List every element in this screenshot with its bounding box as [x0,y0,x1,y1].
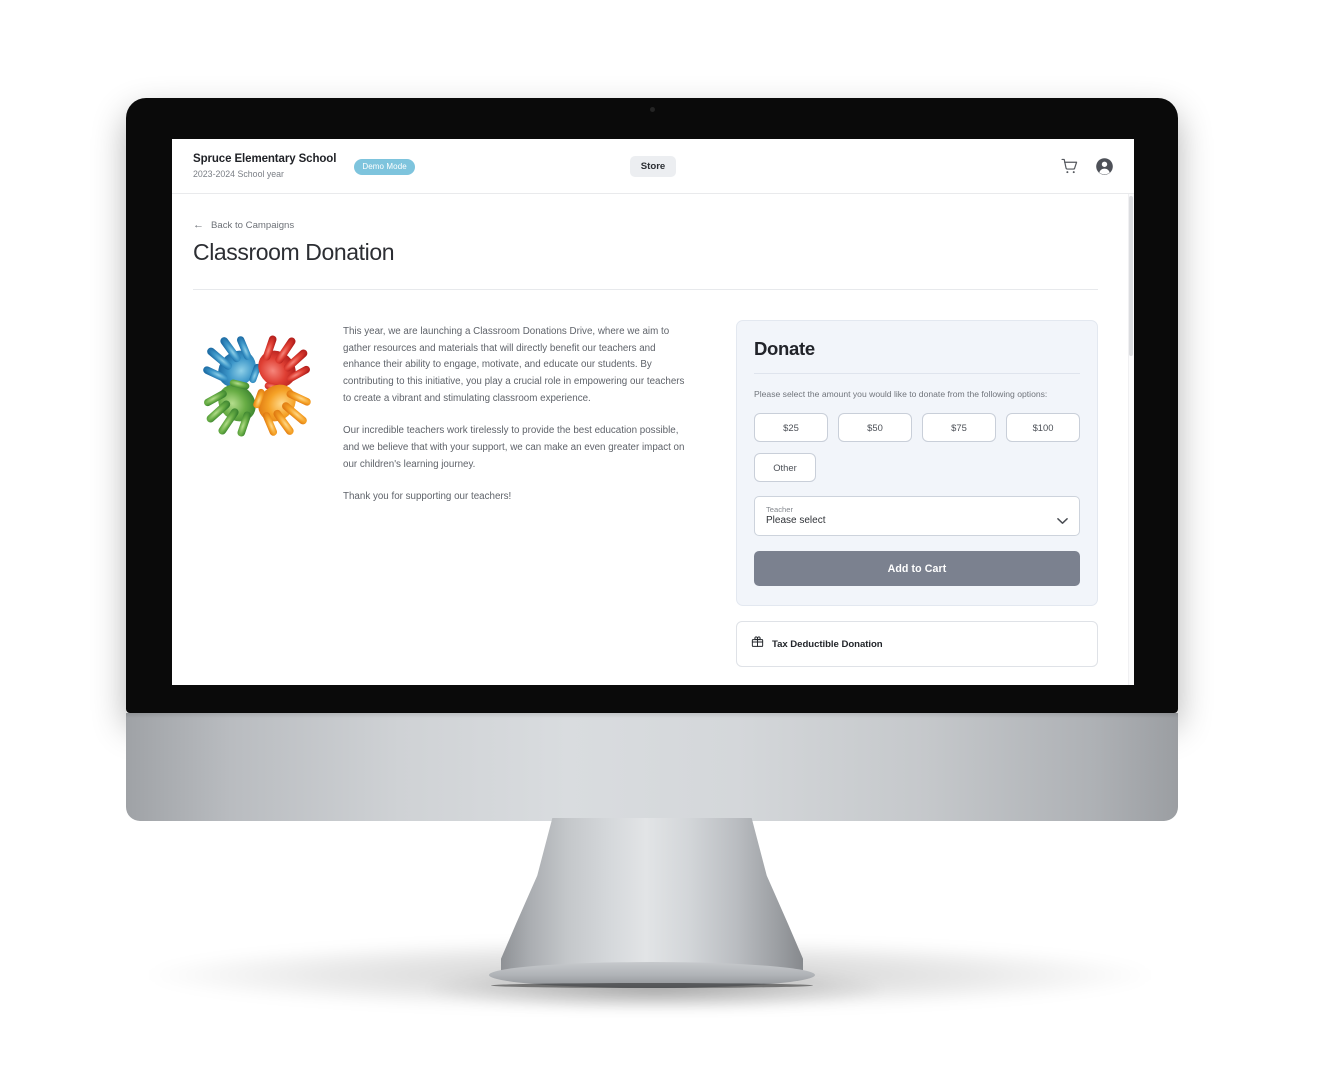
brand-block[interactable]: Spruce Elementary School 2023-2024 Schoo… [193,152,336,180]
monitor-stand-foot [489,962,815,988]
donate-prompt-text: Please select the amount you would like … [754,388,1048,399]
page-inner: ← Back to Campaigns Classroom Donation T… [172,194,1134,668]
amount-button-75[interactable]: $75 [922,413,996,443]
donate-divider [754,372,1080,374]
screenshot-scene: Spruce Elementary School 2023-2024 Schoo… [0,0,1332,1080]
webcam-dot [649,107,655,112]
page-scrollbar-thumb[interactable] [1129,196,1133,356]
amount-button-100[interactable]: $100 [1006,413,1080,443]
school-name: Spruce Elementary School [193,153,337,166]
amount-options-row: $25 $50 $75 $100 [754,413,1080,443]
browser-screen: Spruce Elementary School 2023-2024 Schoo… [172,139,1134,685]
teacher-select-label: Teacher [766,505,794,515]
user-account-icon[interactable] [1095,157,1114,176]
page-title: Classroom Donation [193,239,395,265]
gift-icon [751,635,764,653]
header-actions [1061,157,1114,176]
donate-heading: Donate [754,337,815,359]
chevron-down-icon [1057,512,1068,530]
tax-deductible-card[interactable]: Tax Deductible Donation [736,621,1098,668]
site-header: Spruce Elementary School 2023-2024 Schoo… [172,139,1134,194]
monitor-bezel: Spruce Elementary School 2023-2024 Schoo… [126,98,1178,713]
shopping-cart-icon[interactable] [1061,158,1078,175]
donate-panel: Donate Please select the amount you woul… [736,319,1098,607]
content-area: This year, we are launching a Classroom … [192,290,1098,668]
amount-button-50[interactable]: $50 [838,413,912,443]
arrow-left-icon: ← [193,219,204,231]
description-paragraph-1: This year, we are launching a Classroom … [343,325,685,405]
description-paragraph-2: Our incredible teachers work tirelessly … [343,424,685,470]
teacher-select-value: Please select [766,515,826,527]
school-year: 2023-2024 School year [193,168,284,179]
description-paragraph-3: Thank you for supporting our teachers! [343,490,512,502]
page-scrollbar-track[interactable] [1128,194,1134,685]
monitor-chin [126,713,1178,821]
store-nav-button[interactable]: Store [629,155,677,177]
amount-button-other[interactable]: Other [754,453,816,483]
campaign-description-column: This year, we are launching a Classroom … [192,320,706,668]
add-to-cart-button[interactable]: Add to Cart [754,551,1080,587]
back-to-campaigns-link[interactable]: ← Back to Campaigns [193,219,1098,232]
teacher-select[interactable]: Teacher Please select [754,496,1080,537]
tax-deductible-label: Tax Deductible Donation [772,638,883,650]
page-body: ← Back to Campaigns Classroom Donation T… [172,194,1134,685]
donate-column: Donate Please select the amount you woul… [736,319,1098,668]
campaign-logo [192,320,322,668]
amount-button-25[interactable]: $25 [754,413,828,443]
monitor-stand-neck [501,818,803,978]
campaign-description-text: This year, we are launching a Classroom … [343,320,688,668]
other-amount-row: Other [754,453,1080,483]
demo-mode-badge: Demo Mode [354,159,415,175]
back-link-label: Back to Campaigns [211,220,295,231]
